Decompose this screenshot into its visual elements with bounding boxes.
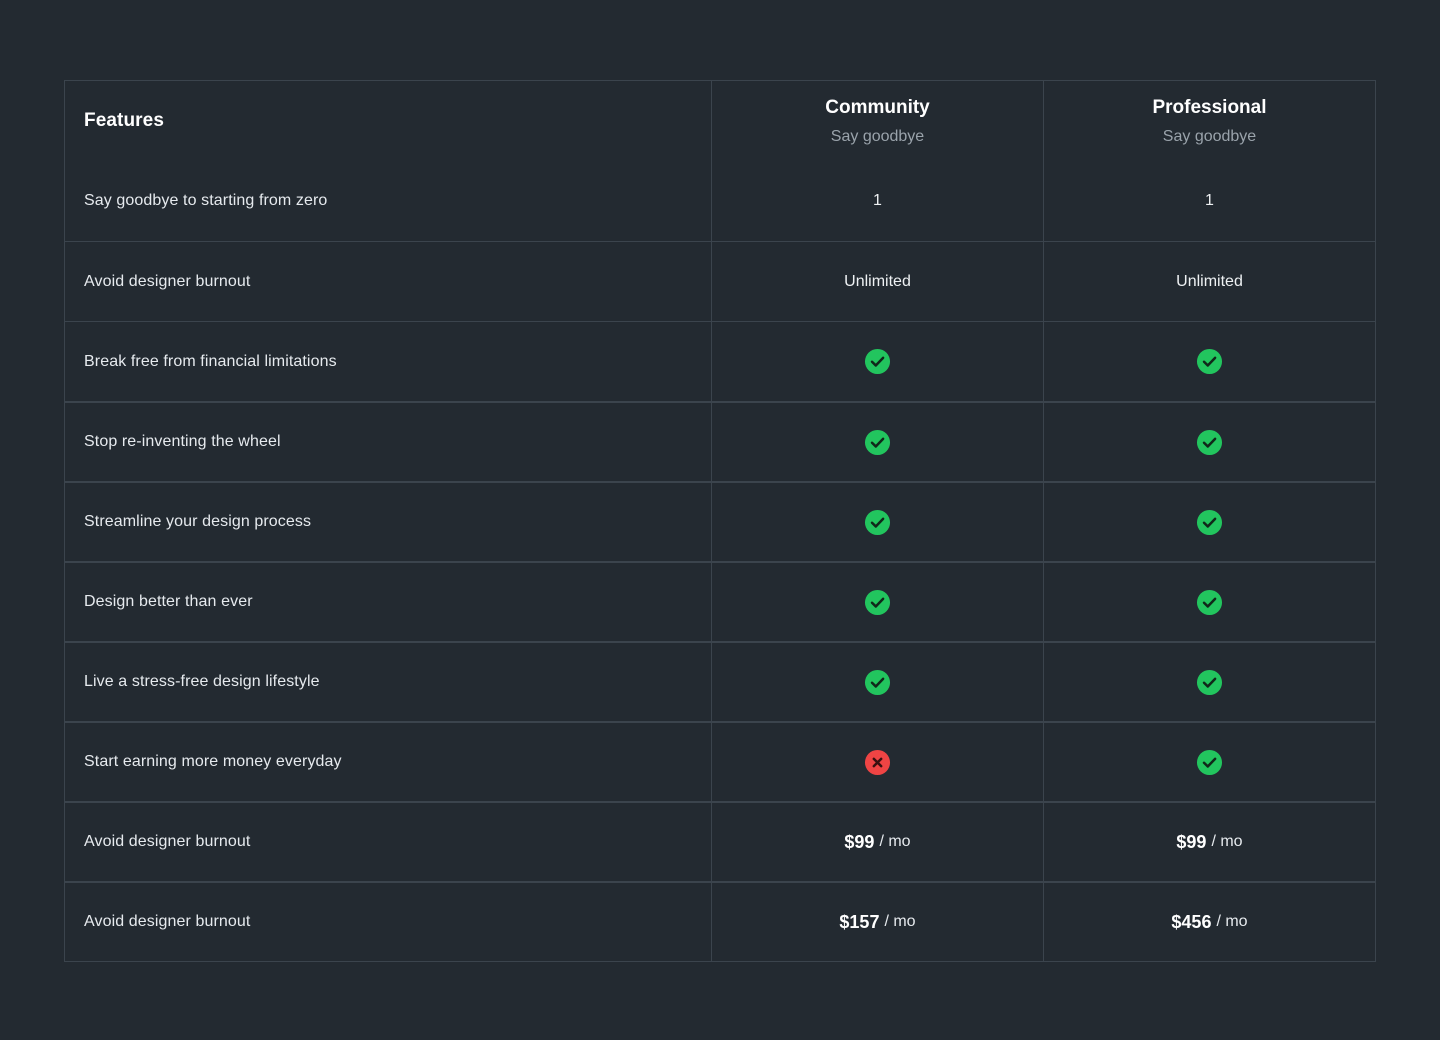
check-icon xyxy=(864,669,891,695)
table-row: Live a stress-free design lifestyle xyxy=(65,641,1375,721)
value-text: Unlimited xyxy=(844,272,911,290)
check-icon xyxy=(1196,669,1223,695)
table-row: Avoid designer burnout $99/ mo $99/ mo xyxy=(65,801,1375,881)
feature-label: Say goodbye to starting from zero xyxy=(84,192,328,209)
check-icon xyxy=(864,429,891,455)
professional-value-cell xyxy=(1043,483,1375,561)
community-value-cell xyxy=(711,563,1043,641)
professional-value-cell xyxy=(1043,563,1375,641)
price-unit: / mo xyxy=(1211,833,1243,850)
community-value-cell xyxy=(711,322,1043,401)
plan-header-community: Community Say goodbye xyxy=(711,81,1043,161)
community-value-cell xyxy=(711,723,1043,801)
professional-value-cell: Unlimited xyxy=(1043,242,1375,321)
check-icon xyxy=(1196,589,1223,615)
feature-label: Streamline your design process xyxy=(84,513,312,530)
price-amount: $157 xyxy=(839,911,880,932)
community-value-cell: $157/ mo xyxy=(711,883,1043,961)
professional-value-cell xyxy=(1043,403,1375,481)
community-value-cell xyxy=(711,403,1043,481)
plan-header-professional: Professional Say goodbye xyxy=(1043,81,1375,161)
plan-name: Professional xyxy=(1152,96,1267,118)
professional-value-cell: $99/ mo xyxy=(1043,803,1375,881)
feature-label: Design better than ever xyxy=(84,593,253,610)
check-icon xyxy=(1196,348,1223,375)
check-icon xyxy=(864,348,891,375)
professional-value-cell xyxy=(1043,643,1375,721)
feature-label: Start earning more money everyday xyxy=(84,753,342,770)
professional-value-cell: 1 xyxy=(1043,161,1375,241)
value-text: 1 xyxy=(873,192,882,209)
pricing-comparison-table: Features Community Say goodbye Professio… xyxy=(64,80,1376,962)
price-amount: $456 xyxy=(1171,911,1212,932)
feature-label: Live a stress-free design lifestyle xyxy=(84,673,320,690)
community-value-cell: 1 xyxy=(711,161,1043,241)
value-text: Unlimited xyxy=(1176,272,1243,290)
value-text: 1 xyxy=(1205,192,1214,209)
plan-name: Community xyxy=(825,96,930,118)
plan-subtitle: Say goodbye xyxy=(1162,127,1257,145)
price-unit: / mo xyxy=(879,833,911,850)
professional-value-cell xyxy=(1043,723,1375,801)
table-row: Say goodbye to starting from zero 1 1 xyxy=(65,161,1375,241)
price-amount: $99 xyxy=(1176,831,1207,852)
price-unit: / mo xyxy=(1216,913,1248,930)
table-row: Break free from financial limitations xyxy=(65,321,1375,401)
plan-subtitle: Say goodbye xyxy=(830,127,925,145)
feature-label: Break free from financial limitations xyxy=(84,352,337,370)
price-amount: $99 xyxy=(844,831,875,852)
table-row: Stop re-inventing the wheel xyxy=(65,401,1375,481)
professional-value-cell: $456/ mo xyxy=(1043,883,1375,961)
table-row: Design better than ever xyxy=(65,561,1375,641)
table-row: Avoid designer burnout $157/ mo $456/ mo xyxy=(65,881,1375,961)
check-icon xyxy=(1196,509,1223,535)
table-header-row: Features Community Say goodbye Professio… xyxy=(65,81,1375,161)
check-icon xyxy=(1196,429,1223,455)
community-value-cell: Unlimited xyxy=(711,242,1043,321)
table-row: Start earning more money everyday xyxy=(65,721,1375,801)
check-icon xyxy=(864,509,891,535)
community-value-cell xyxy=(711,483,1043,561)
professional-value-cell xyxy=(1043,322,1375,401)
table-row: Avoid designer burnout Unlimited Unlimited xyxy=(65,241,1375,321)
cross-icon xyxy=(864,749,891,775)
price-unit: / mo xyxy=(884,913,916,930)
features-header: Features xyxy=(84,110,165,131)
community-value-cell: $99/ mo xyxy=(711,803,1043,881)
table-row: Streamline your design process xyxy=(65,481,1375,561)
feature-label: Avoid designer burnout xyxy=(84,833,251,850)
feature-label: Stop re-inventing the wheel xyxy=(84,433,281,450)
community-value-cell xyxy=(711,643,1043,721)
check-icon xyxy=(864,589,891,615)
check-icon xyxy=(1196,749,1223,775)
feature-label: Avoid designer burnout xyxy=(84,913,251,930)
feature-label: Avoid designer burnout xyxy=(84,272,251,290)
